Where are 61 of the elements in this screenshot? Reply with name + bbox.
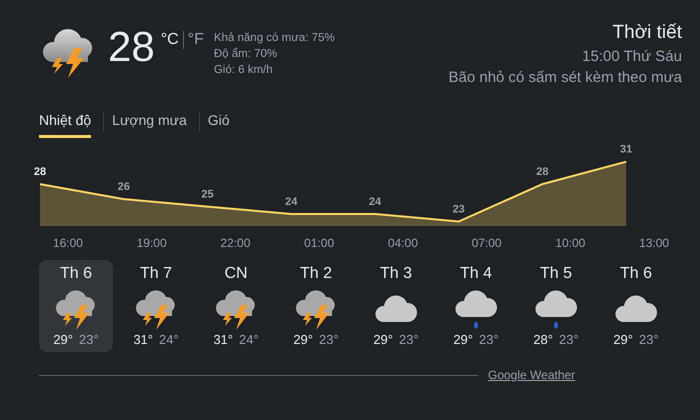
data-label: 28 xyxy=(536,166,549,178)
unit-toggle[interactable]: °F xyxy=(188,31,204,49)
day-forecast[interactable]: Th 6 29° 23° xyxy=(39,260,113,352)
low-temperature: 24° xyxy=(239,332,259,347)
source-link[interactable]: Google Weather xyxy=(488,368,576,382)
high-temperature: 31° xyxy=(133,332,153,347)
day-label: Th 7 xyxy=(140,265,172,283)
day-label: Th 6 xyxy=(620,265,652,283)
data-label: 24 xyxy=(368,196,382,208)
day-label: Th 2 xyxy=(300,265,332,283)
high-temperature: 29° xyxy=(53,332,73,347)
high-temperature: 29° xyxy=(613,332,633,347)
data-label: 26 xyxy=(118,181,130,194)
data-label: 28 xyxy=(34,166,46,178)
time-label: 07:00 xyxy=(472,236,502,250)
high-temperature: 29° xyxy=(453,332,473,347)
data-label: 25 xyxy=(201,188,214,201)
day-label: Th 4 xyxy=(460,265,492,283)
low-temperature: 23° xyxy=(399,332,419,347)
time-label: 22:00 xyxy=(220,236,250,250)
data-label: 31 xyxy=(620,144,632,156)
time-label: 19:00 xyxy=(136,236,167,250)
high-temperature: 29° xyxy=(373,332,393,347)
tab[interactable]: Lượng mưa xyxy=(112,106,187,138)
low-temperature: 23° xyxy=(639,332,659,347)
day-forecast[interactable]: Th 5 28° 23° xyxy=(519,260,593,352)
weather-detail: Khả năng có mưa: 75% xyxy=(214,31,335,46)
day-forecast[interactable]: Th 3 29° 23° xyxy=(359,260,433,352)
unit-toggle[interactable]: °C xyxy=(160,31,179,49)
weather-detail: Gió: 6 km/h xyxy=(214,63,274,78)
weather-detail: Độ ẩm: 70% xyxy=(214,46,278,62)
low-temperature: 23° xyxy=(319,332,339,347)
time-label: 01:00 xyxy=(304,236,334,250)
date-time: 15:00 Thứ Sáu xyxy=(581,47,682,67)
low-temperature: 24° xyxy=(159,332,179,347)
day-forecast[interactable]: Th 6 29° 23° xyxy=(599,260,673,352)
day-forecast[interactable]: Th 4 29° 23° xyxy=(439,260,513,352)
day-forecast[interactable]: Th 7 31° 24° xyxy=(119,260,193,352)
condition-text: Bão nhỏ có sấm sét kèm theo mưa xyxy=(448,68,682,88)
widget-title: Thời tiết xyxy=(612,21,682,45)
low-temperature: 23° xyxy=(479,332,499,347)
day-label: Th 3 xyxy=(380,265,412,283)
temperature: 28 xyxy=(108,22,155,72)
data-label: 24 xyxy=(285,196,298,208)
low-temperature: 23° xyxy=(79,332,99,347)
time-label: 16:00 xyxy=(52,236,83,250)
day-label: Th 5 xyxy=(540,265,572,283)
time-label: 10:00 xyxy=(555,236,586,250)
high-temperature: 31° xyxy=(213,332,233,347)
tab[interactable]: Gió xyxy=(208,106,230,138)
tab[interactable]: Nhiệt độ xyxy=(39,106,92,138)
day-forecast[interactable]: Th 2 29° 23° xyxy=(279,260,353,352)
time-label: 13:00 xyxy=(639,236,670,250)
day-forecast[interactable]: CN 31° 24° xyxy=(199,260,273,352)
time-label: 04:00 xyxy=(388,236,418,250)
day-label: Th 6 xyxy=(60,265,92,283)
low-temperature: 23° xyxy=(559,332,579,347)
day-label: CN xyxy=(224,265,248,283)
high-temperature: 28° xyxy=(533,332,553,347)
data-label: 23 xyxy=(452,204,465,216)
high-temperature: 29° xyxy=(293,332,313,347)
